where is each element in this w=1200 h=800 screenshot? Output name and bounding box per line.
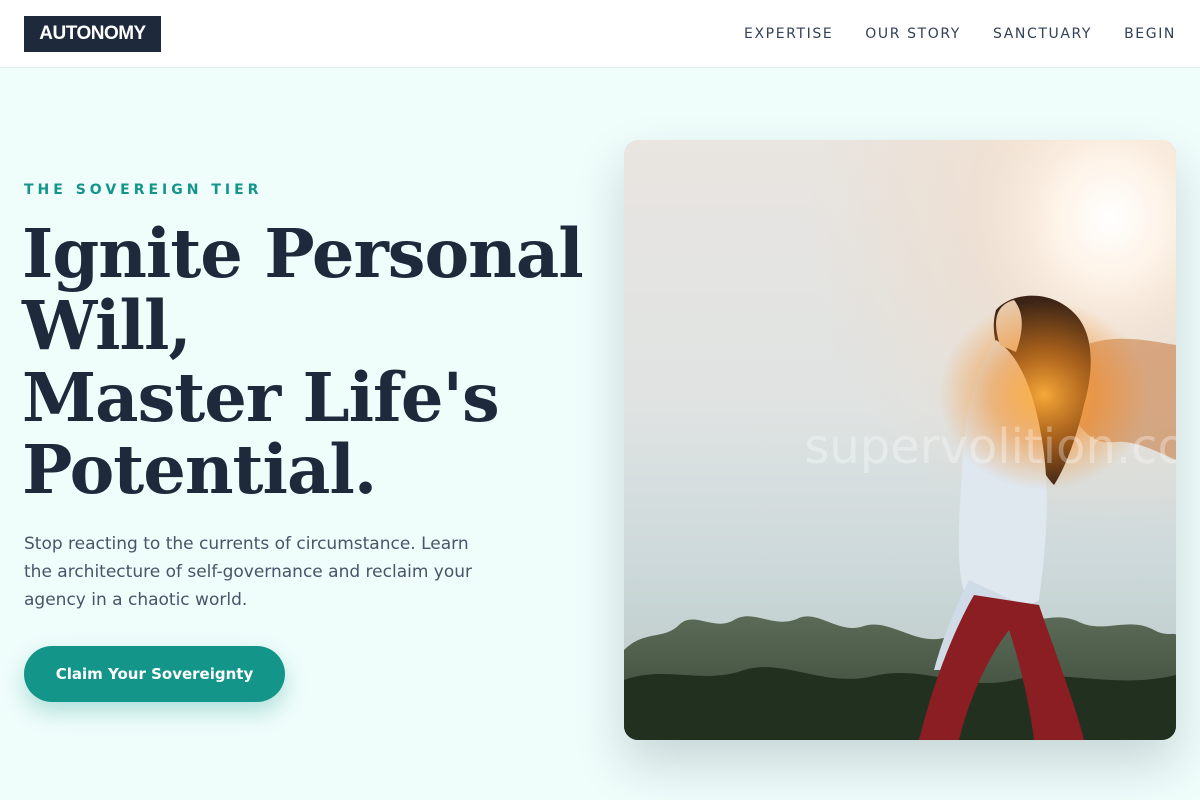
nav-link-sanctuary[interactable]: SANCTUARY: [993, 26, 1092, 42]
hero-subtext: Stop reacting to the currents of circums…: [24, 534, 473, 610]
nav-link-our-story[interactable]: OUR STORY: [865, 26, 961, 42]
claim-sovereignty-button[interactable]: Claim Your Sovereignty: [24, 646, 285, 702]
nav-link-expertise[interactable]: EXPERTISE: [744, 26, 833, 42]
headline-line-4: Potential.: [22, 430, 377, 509]
hero-image: supervolition.com: [624, 140, 1176, 740]
nav-link-begin[interactable]: BEGIN: [1124, 26, 1176, 42]
hero-eyebrow: THE SOVEREIGN TIER: [24, 182, 263, 198]
site-header: AUTONOMY EXPERTISE OUR STORY SANCTUARY B…: [0, 0, 1200, 68]
hero-photo-illustration: supervolition.com: [624, 140, 1176, 740]
logo[interactable]: AUTONOMY: [24, 16, 161, 52]
headline-line-2: Will,: [22, 286, 192, 365]
hero-headline: Ignite Personal Will, Master Life's Pote…: [22, 214, 584, 509]
image-watermark: supervolition.com: [804, 419, 1176, 475]
headline-line-3: Master Life's: [22, 358, 500, 437]
main-nav: EXPERTISE OUR STORY SANCTUARY BEGIN: [744, 0, 1176, 68]
headline-line-1: Ignite Personal: [22, 214, 584, 293]
